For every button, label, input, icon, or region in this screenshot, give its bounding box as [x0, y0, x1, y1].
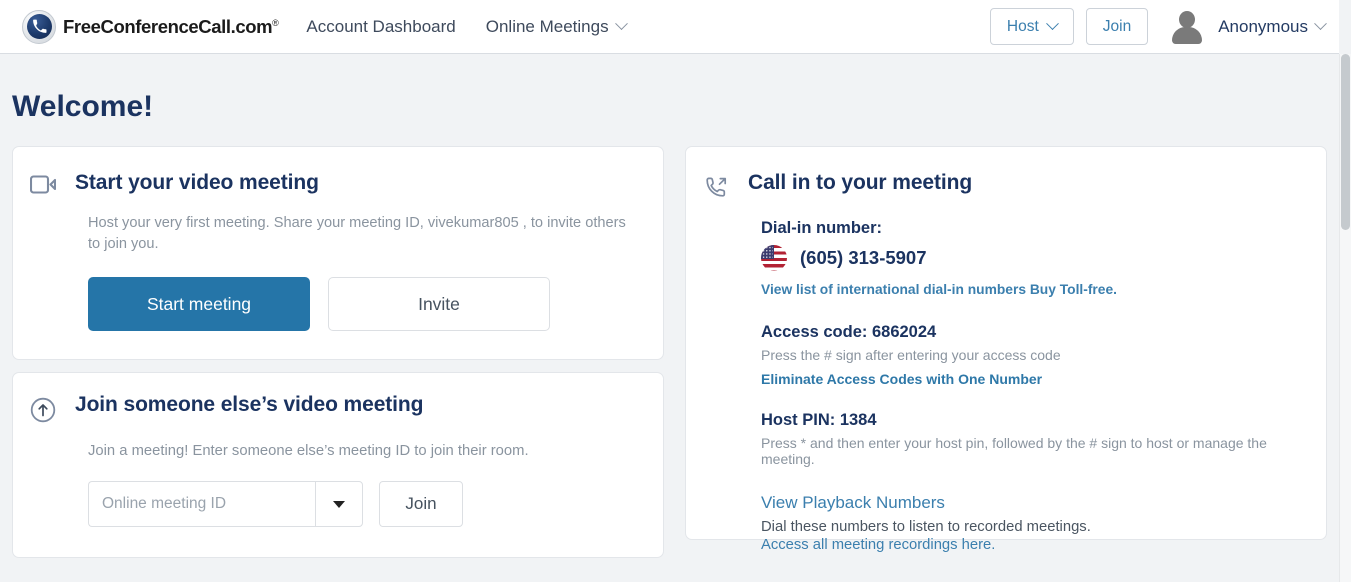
right-column: Call in to your meeting Dial-in number: …: [685, 146, 1327, 558]
host-button[interactable]: Host: [989, 8, 1074, 45]
nav-item-account-dashboard[interactable]: Account Dashboard: [306, 17, 455, 37]
meeting-id-input-group: [88, 481, 363, 528]
start-video-meeting-description: Host your very first meeting. Share your…: [88, 215, 626, 253]
card-header: Call in to your meeting: [700, 171, 1304, 201]
dial-in-number: (605) 313-5907: [800, 247, 927, 268]
buy-toll-free-link[interactable]: Buy Toll-free.: [1030, 282, 1117, 297]
invite-button[interactable]: Invite: [328, 277, 550, 332]
user-menu[interactable]: Anonymous: [1218, 16, 1327, 37]
card-title-call-in: Call in to your meeting: [748, 171, 973, 194]
nav-right-cluster: Host Join Anonymous: [989, 8, 1327, 46]
arrow-up-circle-icon: [27, 393, 59, 423]
dial-in-section: Dial-in number: (605) 313-5907 View list…: [761, 219, 1304, 297]
avatar-head-icon: [1179, 10, 1196, 28]
host-pin-section: Host PIN: 1384 Press * and then enter yo…: [761, 411, 1304, 467]
join-meeting-button[interactable]: Join: [379, 481, 463, 528]
page-scrollbar[interactable]: [1339, 54, 1351, 582]
card-header: Join someone else’s video meeting: [27, 393, 637, 423]
user-name-label: Anonymous: [1218, 16, 1308, 36]
phone-logo-icon: [22, 9, 56, 44]
video-camera-icon: [27, 171, 59, 194]
scrollbar-thumb[interactable]: [1341, 54, 1350, 230]
dashboard-columns: Start your video meeting Host your very …: [0, 146, 1337, 559]
join-button-label: Join: [1102, 17, 1132, 35]
dial-in-links: View list of international dial-in numbe…: [761, 282, 1304, 297]
start-meeting-button[interactable]: Start meeting: [88, 277, 310, 332]
join-button-header[interactable]: Join: [1085, 8, 1149, 45]
dial-in-row: (605) 313-5907: [761, 245, 1304, 271]
us-flag-icon: [761, 245, 787, 271]
nav-label-online-meetings: Online Meetings: [485, 16, 609, 36]
host-pin-note: Press * and then enter your host pin, fo…: [761, 435, 1267, 467]
top-navigation-bar: FreeConferenceCall.com® Account Dashboar…: [0, 0, 1339, 54]
avatar-body-icon: [1172, 26, 1203, 44]
nav-label-account-dashboard: Account Dashboard: [306, 16, 456, 36]
chevron-down-icon: [1045, 17, 1059, 31]
view-playback-numbers-link[interactable]: View Playback Numbers: [761, 493, 1304, 513]
join-meeting-description: Join a meeting! Enter someone else’s mee…: [88, 443, 529, 460]
meeting-id-dropdown-button[interactable]: [315, 481, 363, 528]
host-pin-label: Host PIN: 1384: [761, 411, 877, 429]
eliminate-access-codes-link[interactable]: Eliminate Access Codes with One Number: [761, 371, 1042, 387]
meeting-id-input[interactable]: [88, 481, 315, 528]
card-title-start-video-meeting: Start your video meeting: [75, 171, 319, 194]
access-code-note: Press the # sign after entering your acc…: [761, 347, 1061, 363]
host-button-label: Host: [1006, 17, 1039, 35]
brand-name: FreeConferenceCall.com®: [63, 15, 279, 37]
left-column: Start your video meeting Host your very …: [12, 146, 664, 559]
call-in-body: Dial-in number: (605) 313-5907 View list…: [761, 219, 1304, 553]
brand-trademark: ®: [272, 17, 279, 28]
phone-outgoing-icon: [700, 171, 732, 201]
access-code-label: Access code: 6862024: [761, 323, 937, 341]
dial-in-label: Dial-in number:: [761, 219, 883, 237]
brand-logo[interactable]: FreeConferenceCall.com®: [22, 9, 279, 44]
nav-item-online-meetings[interactable]: Online Meetings: [485, 16, 628, 37]
international-dial-in-link[interactable]: View list of international dial-in numbe…: [761, 282, 1026, 297]
chevron-down-icon: [614, 17, 628, 31]
start-video-meeting-card: Start your video meeting Host your very …: [12, 146, 664, 361]
avatar[interactable]: [1168, 8, 1206, 46]
card-header: Start your video meeting: [27, 171, 637, 195]
join-meeting-card: Join someone else’s video meeting Join a…: [12, 372, 664, 559]
playback-note: Dial these numbers to listen to recorded…: [761, 519, 1091, 535]
page-title: Welcome!: [12, 90, 154, 123]
caret-down-icon: [333, 500, 345, 508]
call-in-card: Call in to your meeting Dial-in number: …: [685, 146, 1327, 553]
access-recordings-link[interactable]: Access all meeting recordings here.: [761, 537, 1304, 553]
primary-nav: Account Dashboard Online Meetings: [306, 16, 628, 37]
start-video-meeting-actions: Start meeting Invite: [88, 277, 637, 332]
card-title-join-meeting: Join someone else’s video meeting: [75, 393, 424, 417]
access-code-section: Access code: 6862024 Press the # sign af…: [761, 323, 1304, 389]
playback-section: View Playback Numbers Dial these numbers…: [761, 493, 1304, 553]
page-content: Welcome! Start your video meeting Host y…: [0, 54, 1351, 582]
join-meeting-form: Join: [88, 481, 637, 528]
chevron-down-icon: [1314, 17, 1327, 31]
